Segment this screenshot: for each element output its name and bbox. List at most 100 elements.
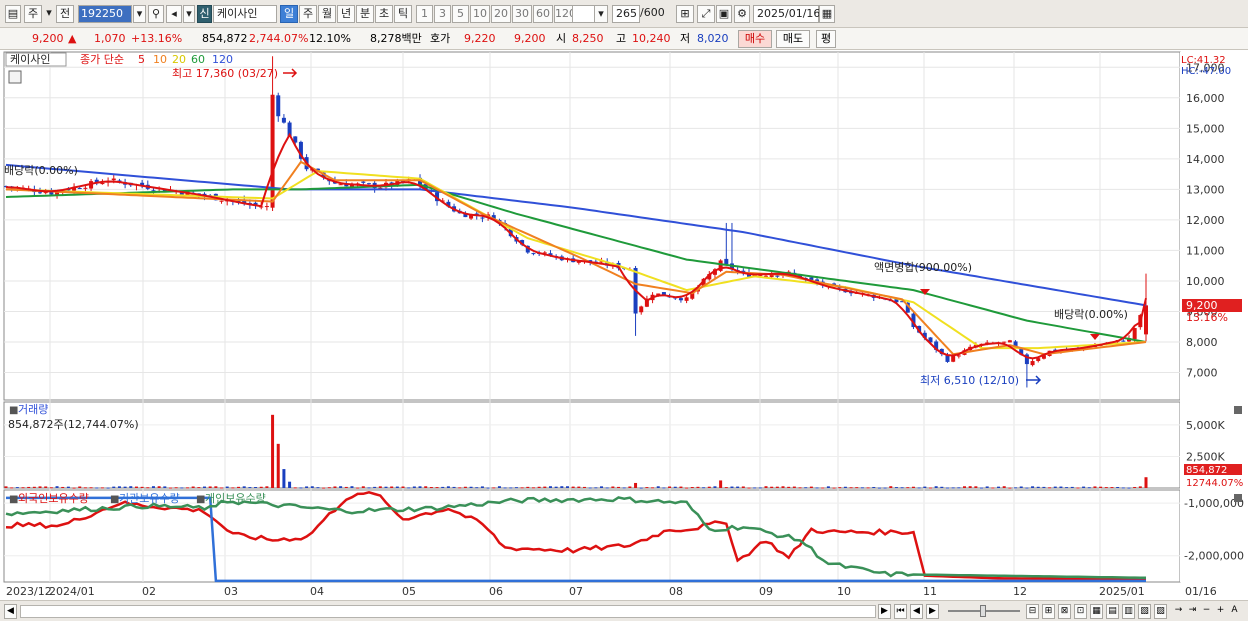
buy-button[interactable]: 매수 — [738, 30, 772, 48]
first-page-icon[interactable]: ⏮ — [894, 604, 907, 619]
layout-icon-2[interactable]: ⊞ — [1042, 604, 1055, 619]
hc-value: HC:-47.00 — [1181, 66, 1231, 77]
interval-tab[interactable]: 20 — [491, 5, 511, 23]
volume-bar — [129, 486, 133, 488]
interval-tab[interactable]: 60 — [533, 5, 553, 23]
date-field[interactable]: 2025/01/16 — [753, 5, 820, 23]
x-axis-label: 12 — [1013, 585, 1027, 598]
type-select[interactable]: 주 — [24, 5, 42, 23]
sell-button[interactable]: 매도 — [776, 30, 810, 48]
volume-bar — [611, 486, 615, 488]
volume-bar — [832, 487, 836, 489]
chart-area[interactable]: 17,000 16,000 15,000 14,000 13,000 12,000 11,0… — [0, 50, 1248, 600]
volume-panel-close-icon[interactable] — [1234, 406, 1242, 414]
volume-bar — [923, 486, 927, 488]
layout-icon-7[interactable]: ▥ — [1122, 604, 1135, 619]
volume-bar — [980, 487, 984, 489]
save-icon[interactable]: ▣ — [716, 5, 732, 23]
search-icon[interactable]: ⚲ — [148, 5, 164, 23]
zoom-fit-icon[interactable]: ⇥ — [1186, 604, 1199, 619]
prev-page-icon[interactable]: ◀ — [910, 604, 923, 619]
volume-bar — [458, 487, 462, 489]
volume-tick-label: 5,000K — [1186, 419, 1225, 432]
count-input[interactable]: 265 — [612, 5, 640, 23]
interval-dropdown-icon[interactable]: ▾ — [594, 5, 608, 23]
volume-bar — [968, 486, 972, 488]
volume-bar — [509, 487, 513, 489]
volume-panel[interactable] — [3, 401, 1181, 489]
layout-icon-1[interactable]: ⊟ — [1026, 604, 1039, 619]
holdings-panel[interactable] — [3, 489, 1181, 583]
period-tab[interactable]: 월 — [318, 5, 336, 23]
auto-scale-icon[interactable]: A — [1228, 604, 1241, 619]
chart-scrollbar[interactable]: ◀ ▶ ⏮ ◀ ▶ ⊟ ⊞ ⊠ ⊡ ▦ ▤ ▥ ▧ ▨ → ⇥ − + A — [0, 600, 1248, 621]
volume-bar — [945, 487, 949, 489]
interval-tab[interactable]: 10 — [470, 5, 490, 23]
period-tab[interactable]: 년 — [337, 5, 355, 23]
stock-chart[interactable]: 17,00016,00015,00014,00013,00012,00011,0… — [0, 50, 1248, 600]
interval-tab[interactable]: 5 — [452, 5, 469, 23]
volume-bar — [231, 487, 235, 489]
period-tab[interactable]: 일 — [280, 5, 298, 23]
period-tab[interactable]: 분 — [356, 5, 374, 23]
volume-bar — [288, 481, 292, 488]
volume-bar — [373, 486, 377, 488]
zoom-in-icon[interactable]: + — [1214, 604, 1227, 619]
volume-bar — [1076, 487, 1080, 489]
volume-bar — [89, 487, 93, 489]
volume-bar — [571, 486, 575, 488]
scroll-right-icon[interactable]: ▶ — [878, 604, 891, 619]
volume-bar — [724, 487, 728, 489]
layout-icon-9[interactable]: ▨ — [1154, 604, 1167, 619]
prev-button[interactable]: 전 — [56, 5, 74, 23]
volume-bar — [163, 486, 167, 488]
layout-icon-3[interactable]: ⊠ — [1058, 604, 1071, 619]
zoom-out-icon[interactable]: − — [1200, 604, 1213, 619]
volume-bar — [157, 486, 161, 488]
scroll-left-icon[interactable]: ◀ — [4, 604, 17, 619]
next-page-icon[interactable]: ▶ — [926, 604, 939, 619]
period-tab[interactable]: 틱 — [394, 5, 412, 23]
dropdown-arrow-icon[interactable]: ▾ — [44, 5, 54, 23]
x-axis-label: 2023/12 — [6, 585, 52, 598]
code-dropdown-icon[interactable]: ▾ — [133, 5, 146, 23]
period-tab[interactable]: 초 — [375, 5, 393, 23]
volume-bar — [821, 487, 825, 489]
gear-icon[interactable]: ⚙ — [734, 5, 750, 23]
holdings-panel-close-icon[interactable] — [1234, 494, 1242, 502]
layout-icon[interactable]: ▤ — [5, 5, 21, 23]
volume-bar — [651, 487, 655, 489]
scroll-end-icon[interactable]: → — [1172, 604, 1185, 619]
table-icon[interactable] — [8, 70, 22, 84]
speaker-dropdown-icon[interactable]: ▾ — [183, 5, 195, 23]
compare-icon[interactable]: ⤢ — [697, 5, 715, 23]
volume-bar — [344, 486, 348, 488]
interval-tab[interactable]: 30 — [512, 5, 532, 23]
period-tab[interactable]: 주 — [299, 5, 317, 23]
volume-bar — [322, 487, 326, 489]
eval-button[interactable]: 평 — [816, 30, 836, 48]
volume-bar — [1053, 486, 1057, 488]
layout-icon-6[interactable]: ▤ — [1106, 604, 1119, 619]
layout-icon-5[interactable]: ▦ — [1090, 604, 1103, 619]
stock-code-input[interactable]: 192250 — [78, 5, 132, 23]
volume-bar — [21, 487, 25, 489]
zoom-slider-thumb[interactable] — [980, 605, 986, 617]
legend-ma5: 5 — [138, 53, 145, 66]
volume-bar — [1110, 487, 1114, 489]
interval-tab[interactable]: 1 — [416, 5, 433, 23]
volume-bar — [634, 482, 638, 488]
speaker-icon[interactable]: ◂ — [166, 5, 182, 23]
x-axis-label: 2024/01 — [49, 585, 95, 598]
tools-icon[interactable]: ⊞ — [676, 5, 694, 23]
interval-tab[interactable]: 3 — [434, 5, 451, 23]
stock-name-field[interactable]: 케이사인 — [213, 5, 277, 23]
volume-bar — [997, 486, 1001, 488]
volume-bar — [83, 487, 87, 489]
x-axis-label: 08 — [669, 585, 683, 598]
calendar-icon[interactable]: ▦ — [819, 5, 835, 23]
scroll-track[interactable] — [20, 605, 876, 618]
layout-icon-8[interactable]: ▧ — [1138, 604, 1151, 619]
layout-icon-4[interactable]: ⊡ — [1074, 604, 1087, 619]
volume-bar — [208, 486, 212, 488]
